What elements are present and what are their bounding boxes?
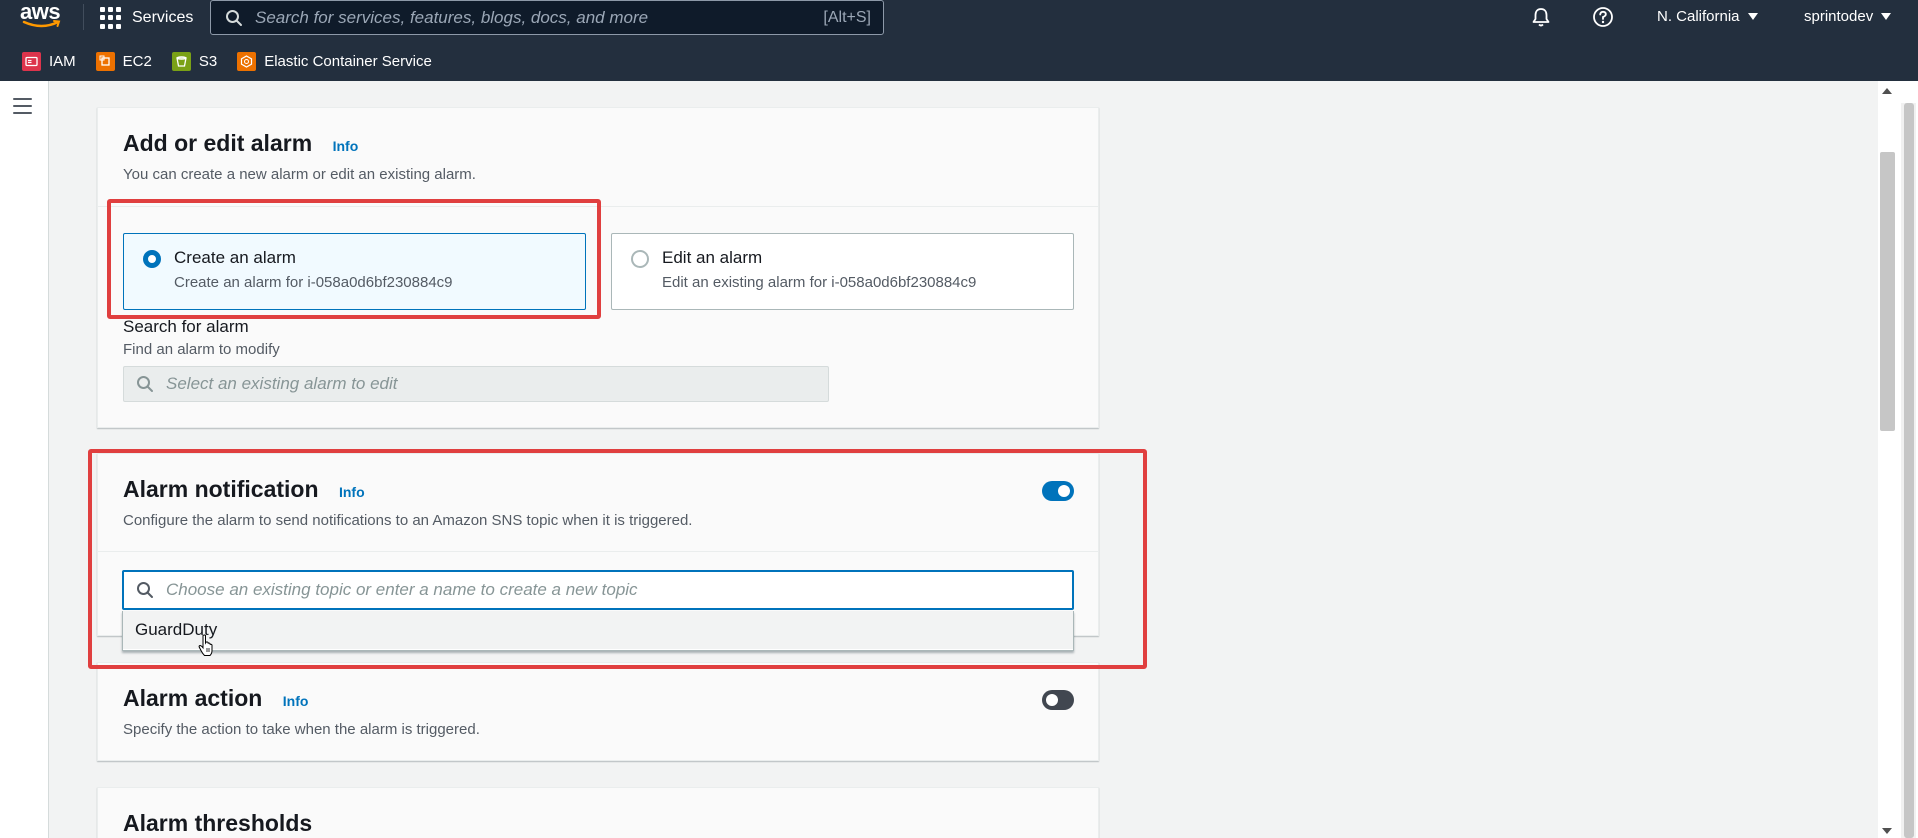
favorite-label: S3	[198, 52, 218, 70]
notifications-bell-icon[interactable]	[1530, 6, 1552, 28]
caret-down-icon	[1747, 13, 1758, 20]
favorite-label: EC2	[122, 52, 152, 70]
side-navigation-rail	[0, 81, 49, 838]
annotation-box-alarm-notification	[88, 449, 1147, 669]
services-label: Services	[132, 9, 194, 26]
alarm-thresholds-panel: Alarm thresholds	[97, 787, 1099, 838]
account-label: sprintodev	[1804, 8, 1874, 25]
search-alarm-placeholder: Select an existing alarm to edit	[166, 374, 398, 393]
aws-smile-icon	[22, 20, 61, 28]
search-alarm-sublabel: Find an alarm to modify	[123, 341, 280, 358]
favorite-label: Elastic Container Service	[264, 52, 432, 70]
favorite-label: IAM	[49, 52, 76, 70]
favorite-ecs[interactable]: Elastic Container Service	[237, 51, 432, 71]
favorite-iam[interactable]: IAM	[22, 51, 76, 71]
global-search-input[interactable]: Search for services, features, blogs, do…	[210, 0, 884, 35]
panel-title: Add or edit alarm	[123, 130, 313, 156]
search-alarm-input: Select an existing alarm to edit	[123, 366, 829, 402]
radio-unselected-icon[interactable]	[631, 250, 649, 268]
menu-hamburger-icon[interactable]	[13, 98, 32, 114]
search-alarm-label: Search for alarm	[123, 317, 249, 336]
region-selector[interactable]: N. California	[1657, 8, 1758, 25]
favorite-ec2[interactable]: EC2	[95, 51, 152, 71]
caret-down-icon	[1881, 13, 1892, 20]
iam-service-icon	[22, 51, 41, 71]
search-shortcut: [Alt+S]	[823, 8, 871, 26]
s3-service-icon	[171, 51, 191, 71]
window-scrollbar-thumb[interactable]	[1904, 103, 1914, 838]
scrollbar-thumb[interactable]	[1880, 152, 1895, 431]
option-subtitle: Edit an existing alarm for i-058a0d6bf23…	[662, 274, 977, 291]
region-label: N. California	[1657, 8, 1740, 25]
search-icon	[226, 9, 242, 26]
info-link[interactable]: Info	[283, 693, 309, 709]
ecs-service-icon	[237, 51, 257, 71]
toggle-knob	[1046, 694, 1058, 706]
nav-divider	[83, 4, 84, 30]
panel-description: Specify the action to take when the alar…	[123, 721, 480, 738]
favorites-bar: IAM EC2 S3 Elastic Container Service	[0, 46, 452, 76]
panel-title: Alarm action	[123, 685, 263, 711]
ec2-service-icon	[95, 51, 115, 71]
services-menu-button[interactable]: Services	[100, 5, 193, 31]
edit-alarm-option[interactable]: Edit an alarm Edit an existing alarm for…	[611, 233, 1074, 310]
search-icon	[137, 376, 153, 392]
hand-cursor-icon	[198, 634, 213, 656]
panel-title: Alarm thresholds	[123, 810, 313, 836]
option-title: Edit an alarm	[662, 248, 763, 267]
panel-description: You can create a new alarm or edit an ex…	[123, 166, 476, 183]
scroll-up-arrow-icon[interactable]	[1882, 88, 1892, 94]
scroll-down-arrow-icon[interactable]	[1882, 828, 1892, 834]
info-link[interactable]: Info	[333, 138, 359, 154]
action-toggle[interactable]	[1042, 690, 1074, 710]
favorite-s3[interactable]: S3	[171, 51, 218, 71]
top-navigation: aws Services Search for services, featur…	[0, 0, 1918, 81]
alarm-action-panel: Alarm action Info Specify the action to …	[97, 662, 1099, 761]
help-icon[interactable]	[1592, 6, 1614, 28]
annotation-box-create-alarm	[107, 199, 601, 319]
grid-icon	[100, 7, 122, 29]
account-menu[interactable]: sprintodev	[1804, 8, 1892, 25]
search-placeholder: Search for services, features, blogs, do…	[255, 7, 649, 27]
aws-logo[interactable]: aws	[20, 1, 64, 33]
